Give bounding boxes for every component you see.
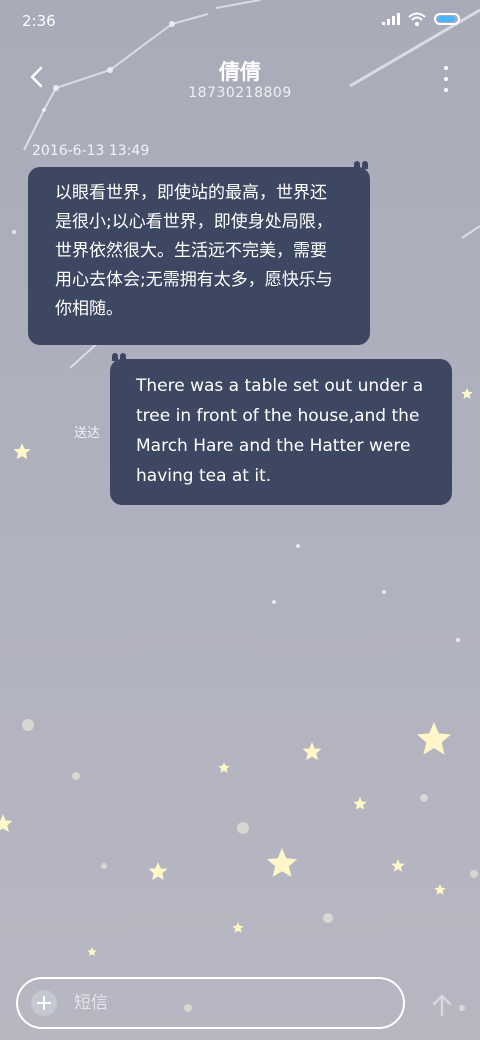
message-timestamp: 2016-6-13 13:49 <box>32 143 150 159</box>
arrow-up-icon <box>432 994 452 1017</box>
star-decoration <box>87 947 97 956</box>
message-input[interactable] <box>74 991 374 1015</box>
bubble-tail <box>112 353 126 361</box>
status-time: 2:36 <box>22 12 56 30</box>
contact-phone: 18730218809 <box>188 85 292 101</box>
status-bar: 2:36 <box>0 0 480 44</box>
star-decoration <box>218 762 230 773</box>
contact-name: 倩倩 <box>219 60 261 84</box>
outgoing-message-bubble[interactable]: There was a table set out under a tree i… <box>110 353 452 505</box>
star-decoration <box>13 443 31 460</box>
outgoing-message-text: There was a table set out under a tree i… <box>136 376 424 486</box>
battery-icon <box>434 13 460 25</box>
star-decoration <box>266 848 298 877</box>
bubble-tail <box>354 161 368 169</box>
star-decoration <box>434 884 446 895</box>
delivery-status: 送达 <box>74 426 101 441</box>
more-vertical-icon <box>444 66 448 70</box>
star-decoration <box>461 388 473 399</box>
star-decoration <box>416 722 452 755</box>
star-decoration <box>391 859 405 872</box>
more-options-button[interactable] <box>440 66 452 92</box>
wifi-icon <box>408 12 426 26</box>
incoming-message-text: 以眼看世界，即使站的最高，世界还是很小;以心看世界，即使身处局限，世界依然很大。… <box>55 183 333 319</box>
star-decoration <box>148 862 168 881</box>
composer-bar <box>16 977 405 1029</box>
signal-icon <box>382 13 400 25</box>
send-button[interactable] <box>428 991 456 1019</box>
star-decoration <box>302 742 322 761</box>
incoming-message-bubble[interactable]: 以眼看世界，即使站的最高，世界还是很小;以心看世界，即使身处局限，世界依然很大。… <box>28 161 370 345</box>
status-icons <box>382 12 460 26</box>
conversation-header: 倩倩 18730218809 <box>0 52 480 108</box>
star-decoration <box>0 814 13 833</box>
add-attachment-button[interactable] <box>31 990 57 1016</box>
star-decoration <box>353 797 367 810</box>
star-decoration <box>232 922 244 933</box>
